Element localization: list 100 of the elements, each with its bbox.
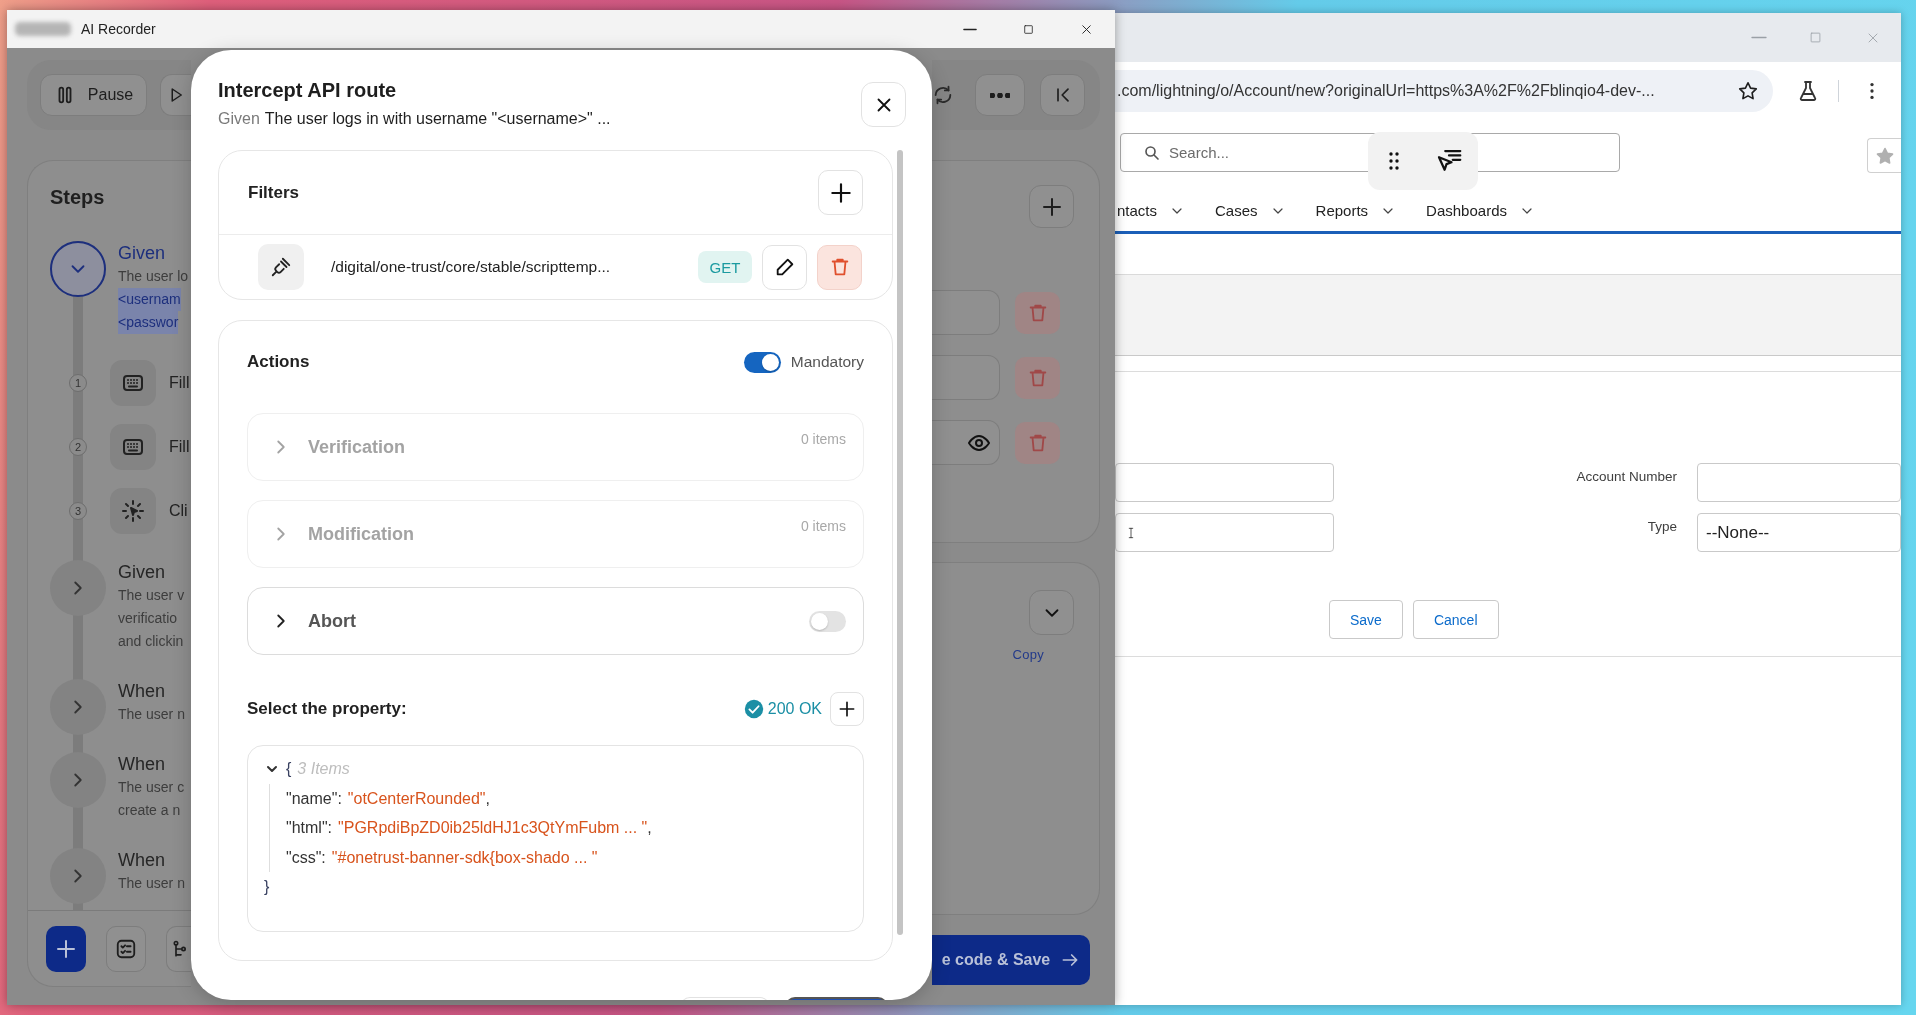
click-icon bbox=[121, 499, 145, 523]
step-keyword: When bbox=[118, 680, 167, 703]
play-button[interactable] bbox=[160, 74, 191, 116]
step-text: The user n bbox=[118, 874, 185, 893]
input-field[interactable] bbox=[932, 355, 1000, 400]
dialog-title: Intercept API route bbox=[218, 78, 398, 102]
json-key: "html": bbox=[286, 813, 333, 843]
section-title: Actions bbox=[247, 351, 310, 373]
plus-icon bbox=[837, 699, 857, 719]
bookmark-star-icon[interactable] bbox=[1737, 80, 1759, 102]
tree-button[interactable] bbox=[166, 925, 191, 972]
step-text: <usernam bbox=[118, 288, 181, 311]
action-label: Cli bbox=[169, 502, 188, 520]
checklist-icon bbox=[114, 937, 137, 960]
nav-tab[interactable]: Reports bbox=[1315, 202, 1397, 219]
step-keyword: When bbox=[118, 753, 167, 776]
section-title: Select the property: bbox=[247, 699, 408, 719]
nav-tab[interactable]: Dashboards bbox=[1426, 202, 1535, 219]
nav-tab[interactable]: Cases bbox=[1215, 202, 1286, 219]
add-button[interactable] bbox=[46, 925, 86, 972]
json-summary: 3 Items bbox=[297, 759, 350, 779]
address-bar[interactable]: .com/lightning/o/Account/new?originalUrl=https%3A%2F%2Fblinqio4-dev-... bbox=[1115, 70, 1773, 112]
add-filter-button[interactable] bbox=[818, 170, 863, 215]
json-value: "#onetrust-banner-sdk{box-shado ... " bbox=[331, 847, 598, 868]
action-label: Fill bbox=[169, 438, 190, 456]
edit-button[interactable] bbox=[762, 244, 807, 290]
step-text: The user v bbox=[118, 586, 185, 605]
favorites-button[interactable] bbox=[1867, 138, 1901, 173]
checklist-button[interactable] bbox=[105, 925, 146, 972]
method-badge: GET bbox=[698, 251, 752, 283]
step-text: <passwor bbox=[118, 311, 179, 334]
star-icon bbox=[1874, 145, 1895, 166]
save-button[interactable]: e code & Save bbox=[932, 935, 1090, 985]
step-text: verificatio bbox=[118, 609, 178, 628]
item-count: 0 items bbox=[800, 518, 846, 534]
plug-icon bbox=[270, 256, 292, 278]
select-field[interactable]: --None-- bbox=[1697, 513, 1901, 552]
input-field[interactable] bbox=[1115, 513, 1334, 552]
url-text: .com/lightning/o/Account/new?originalUrl=https%3A%2F%2Fblinqio4-dev-... bbox=[1117, 82, 1656, 100]
json-key: "css": bbox=[286, 842, 326, 872]
step-text: The user lo bbox=[118, 267, 189, 286]
collapse-button[interactable] bbox=[1040, 74, 1085, 116]
section-title: Filters bbox=[248, 182, 300, 203]
input-field[interactable] bbox=[932, 290, 1000, 335]
scrollbar[interactable] bbox=[897, 150, 903, 935]
minimize-icon bbox=[963, 27, 977, 31]
add-button[interactable] bbox=[1029, 185, 1074, 228]
status-text: 200 OK bbox=[767, 700, 822, 718]
json-punctuation: , bbox=[485, 788, 490, 809]
step-text: The user n bbox=[118, 705, 185, 724]
form-button[interactable]: Save bbox=[1329, 600, 1403, 639]
close-button[interactable] bbox=[861, 82, 906, 127]
section-label: Modification bbox=[308, 523, 415, 545]
accordion-row[interactable]: Abort bbox=[247, 587, 864, 655]
search-icon bbox=[1143, 143, 1161, 162]
json-value: "PGRpdiBpZD0ib25ldHJ1c3QtYmFubm ... " bbox=[338, 818, 648, 838]
step-toggle[interactable] bbox=[50, 241, 106, 297]
add-property-button[interactable] bbox=[830, 692, 864, 726]
json-punctuation: , bbox=[647, 818, 652, 838]
form-button[interactable]: Cancel bbox=[1412, 600, 1499, 639]
app-logo bbox=[15, 22, 71, 36]
toggle-switch[interactable] bbox=[743, 351, 781, 373]
toggle-switch[interactable] bbox=[809, 610, 846, 632]
step-number: 2 bbox=[69, 438, 87, 456]
field-label: Account Number bbox=[1575, 468, 1678, 486]
input-field[interactable] bbox=[1115, 463, 1334, 502]
panel-title: Steps bbox=[50, 185, 106, 209]
window-title: AI Recorder bbox=[81, 21, 156, 37]
delete-button[interactable] bbox=[817, 244, 862, 290]
route-path: /digital/one-trust/core/stable/scripttemp... bbox=[331, 258, 612, 276]
section-label: Verification bbox=[308, 436, 407, 458]
step-text: create a n bbox=[118, 801, 181, 820]
step-text: and clickin bbox=[118, 632, 184, 651]
more-icon bbox=[990, 92, 1010, 98]
minimize-icon bbox=[1750, 36, 1767, 39]
maximize-icon bbox=[1021, 22, 1035, 36]
item-count: 0 items bbox=[800, 431, 846, 447]
step-keyword: Given bbox=[118, 242, 167, 265]
check-circle-icon bbox=[742, 698, 765, 720]
pause-button[interactable]: Pause bbox=[40, 74, 147, 116]
step-text: The user c bbox=[118, 778, 185, 797]
step-description: Given The user logs in with username "<username>" ... bbox=[218, 109, 612, 129]
step-keyword: Given bbox=[118, 561, 167, 584]
json-brace: { bbox=[286, 759, 292, 779]
input-field[interactable] bbox=[1697, 463, 1901, 502]
step-keyword: When bbox=[118, 849, 167, 872]
input-field[interactable] bbox=[932, 420, 1000, 465]
json-value: "otCenterRounded" bbox=[347, 788, 486, 809]
refresh-icon[interactable] bbox=[932, 84, 954, 106]
action-label: Fill bbox=[169, 374, 190, 392]
nav-tab[interactable]: ntacts bbox=[1117, 202, 1186, 219]
json-brace: } bbox=[264, 877, 270, 897]
more-button[interactable] bbox=[975, 74, 1025, 116]
step-number: 3 bbox=[69, 502, 87, 520]
toggle-label: Mandatory bbox=[790, 352, 864, 372]
step-number: 1 bbox=[69, 374, 87, 392]
maximize-icon bbox=[1808, 30, 1823, 45]
section-label: Abort bbox=[308, 610, 357, 632]
field-label: Type bbox=[1646, 518, 1678, 536]
json-key: "name": bbox=[286, 783, 342, 813]
